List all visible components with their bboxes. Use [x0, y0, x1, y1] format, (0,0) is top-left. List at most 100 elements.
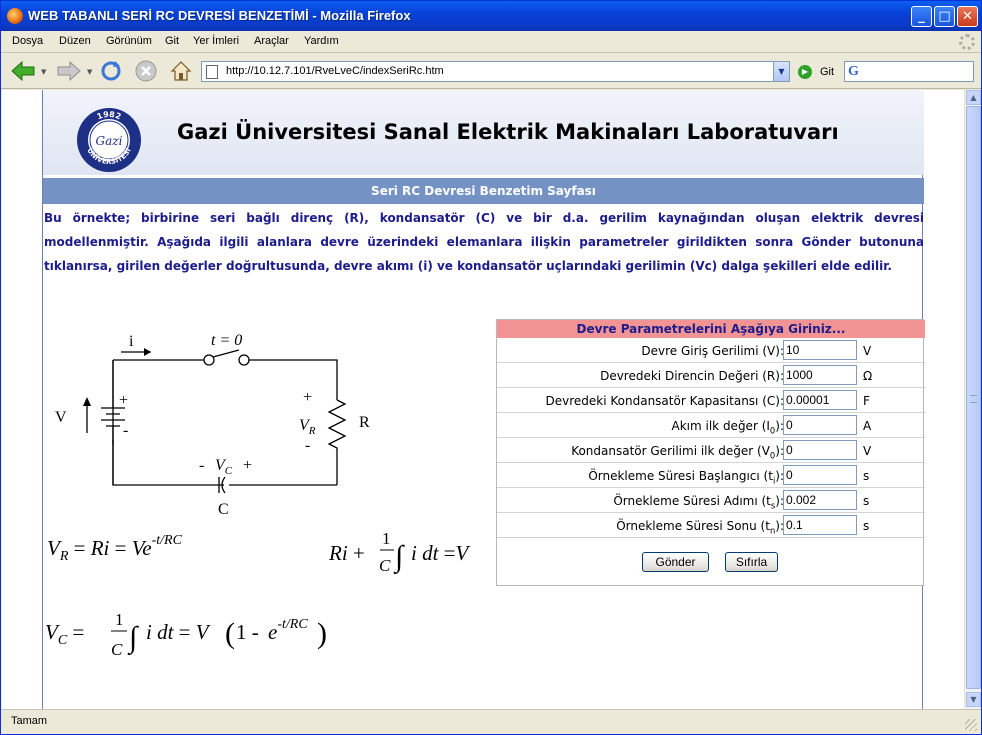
unit-initial-current: A	[863, 419, 872, 433]
forward-arrow-icon	[57, 60, 81, 82]
scroll-up-icon[interactable]: ▲	[966, 90, 981, 105]
svg-text:VC =: VC =	[45, 620, 84, 648]
unit-voltage: V	[863, 344, 872, 358]
status-text: Tamam	[11, 715, 48, 727]
equation-vc: VC = 1 C ∫ i dt = V ( 1 - e-t/RC )	[45, 610, 327, 659]
throbber-icon	[959, 34, 975, 50]
submit-button[interactable]: Gönder	[642, 552, 709, 572]
svg-text:i dt = V: i dt = V	[146, 620, 211, 644]
reload-icon	[101, 61, 121, 81]
close-button[interactable]: ✕	[957, 6, 978, 27]
capacitance-input[interactable]: 0.00001	[783, 390, 857, 410]
url-text[interactable]: http://10.12.7.101/RveLveC/indexSeriRc.h…	[226, 65, 444, 77]
label-source: V	[55, 409, 67, 426]
label-sample-start: Örnekleme Süresi Başlangıcı (ti):	[588, 469, 784, 486]
maximize-button[interactable]: □	[934, 6, 955, 27]
row-initial-voltage: Kondansatör Gerilimi ilk değer (V0): 0 V	[497, 438, 925, 463]
label-resistor: R	[359, 414, 370, 431]
row-capacitance: Devredeki Kondansatör Kapasitansı (C): 0…	[497, 388, 925, 413]
label-voltage: Devre Giriş Gerilimi (V):	[641, 344, 784, 358]
svg-text:C: C	[111, 640, 123, 659]
go-button[interactable]: Git	[820, 66, 834, 78]
row-sample-start: Örnekleme Süresi Başlangıcı (ti): 0 s	[497, 463, 925, 488]
sample-start-input[interactable]: 0	[783, 465, 857, 485]
back-button[interactable]	[9, 59, 37, 83]
unit-sample-end: s	[863, 519, 870, 533]
svg-text:1: 1	[115, 610, 124, 629]
resize-grip-icon[interactable]	[965, 719, 977, 731]
row-initial-current: Akım ilk değer (I0): 0 A	[497, 413, 925, 438]
back-dropdown-icon[interactable]: ▼	[41, 68, 46, 76]
label-vr: VR	[299, 417, 316, 437]
menu-gorunum[interactable]: Görünüm	[106, 35, 152, 47]
label-capacitance: Devredeki Kondansatör Kapasitansı (C):	[545, 394, 785, 408]
page-viewport: 1982 ÜNİVERSİTESİ Gazi Gazi Üniversitesi…	[2, 90, 964, 709]
label-vc-plus: +	[243, 457, 252, 474]
reset-button[interactable]: Sıfırla	[725, 552, 778, 572]
svg-text:∫: ∫	[393, 540, 405, 575]
vertical-scrollbar[interactable]: ▲ ▼	[964, 90, 981, 709]
equation-kvl: Ri + 1 C ∫ i dt =V	[328, 529, 471, 575]
label-resistance: Devredeki Direncin Değeri (R):	[600, 369, 784, 383]
initial-voltage-input[interactable]: 0	[783, 440, 857, 460]
menu-bar: Dosya Düzen Görünüm Git Yer İmleri Araçl…	[1, 31, 981, 53]
label-current: i	[129, 333, 134, 350]
parameter-form: Devre Parametrelerini Aşağıya Giriniz...…	[496, 319, 925, 586]
label-vr-minus: -	[305, 437, 310, 454]
label-capacitor: C	[218, 501, 229, 518]
unit-sample-step: s	[863, 494, 870, 508]
svg-text:Ri +: Ri +	[328, 541, 365, 565]
forward-button[interactable]	[55, 59, 83, 83]
menu-dosya[interactable]: Dosya	[12, 35, 43, 47]
scroll-down-icon[interactable]: ▼	[966, 692, 981, 707]
menu-git[interactable]: Git	[165, 35, 179, 47]
label-sample-step: Örnekleme Süresi Adımı (ts):	[613, 494, 784, 511]
svg-text:1: 1	[382, 529, 391, 548]
label-initial-current: Akım ilk değer (I0):	[671, 419, 784, 436]
menu-yer-imleri[interactable]: Yer İmleri	[193, 35, 239, 47]
initial-current-input[interactable]: 0	[783, 415, 857, 435]
go-icon[interactable]: ▶	[798, 65, 812, 79]
unit-capacitance: F	[863, 394, 870, 408]
sample-end-input[interactable]: 0.1	[783, 515, 857, 535]
menu-yardim[interactable]: Yardım	[304, 35, 339, 47]
firefox-icon	[7, 8, 23, 24]
minimize-button[interactable]: _	[911, 6, 932, 27]
stop-button[interactable]	[133, 59, 159, 83]
voltage-input[interactable]: 10	[783, 340, 857, 360]
svg-text:VR = Ri = Ve-t/RC: VR = Ri = Ve-t/RC	[47, 533, 183, 564]
label-vc: VC	[215, 457, 233, 477]
menu-araclar[interactable]: Araçlar	[254, 35, 289, 47]
menu-duzen[interactable]: Düzen	[59, 35, 91, 47]
label-vc-minus: -	[199, 457, 204, 474]
home-icon	[170, 61, 192, 81]
home-button[interactable]	[168, 59, 194, 83]
row-voltage: Devre Giriş Gerilimi (V): 10 V	[497, 338, 925, 363]
title-bar[interactable]: WEB TABANLI SERİ RC DEVRESİ BENZETİMİ - …	[1, 1, 981, 31]
resistance-input[interactable]: 1000	[783, 365, 857, 385]
sample-step-input[interactable]: 0.002	[783, 490, 857, 510]
address-bar[interactable]: http://10.12.7.101/RveLveC/indexSeriRc.h…	[201, 61, 790, 82]
google-search-icon[interactable]: G	[848, 64, 859, 80]
form-header: Devre Parametrelerini Aşağıya Giriniz...	[497, 320, 925, 338]
search-box[interactable]: G	[844, 61, 974, 82]
svg-text:i dt =V: i dt =V	[411, 541, 471, 565]
page-content: 1982 ÜNİVERSİTESİ Gazi Gazi Üniversitesi…	[42, 90, 925, 709]
unit-initial-voltage: V	[863, 444, 872, 458]
svg-text:∫: ∫	[127, 621, 139, 656]
scroll-thumb[interactable]	[966, 106, 981, 689]
university-logo: 1982 ÜNİVERSİTESİ Gazi	[77, 108, 141, 172]
stop-icon	[135, 60, 157, 82]
site-header: 1982 ÜNİVERSİTESİ Gazi Gazi Üniversitesi…	[43, 90, 924, 175]
reload-button[interactable]	[98, 59, 124, 83]
svg-text:C: C	[379, 556, 391, 575]
url-dropdown-icon[interactable]: ▼	[773, 62, 789, 81]
label-sample-end: Örnekleme Süresi Sonu (tn):	[616, 519, 784, 536]
navigation-toolbar: ▼ ▼ http://10.12.7.101/RveLveC/indexSeri…	[1, 54, 981, 89]
site-title: Gazi Üniversitesi Sanal Elektrik Makinal…	[177, 120, 839, 144]
forward-dropdown-icon[interactable]: ▼	[87, 68, 92, 76]
row-sample-step: Örnekleme Süresi Adımı (ts): 0.002 s	[497, 488, 925, 513]
unit-sample-start: s	[863, 469, 870, 483]
row-sample-end: Örnekleme Süresi Sonu (tn): 0.1 s	[497, 513, 925, 538]
label-vr-plus: +	[303, 389, 312, 406]
